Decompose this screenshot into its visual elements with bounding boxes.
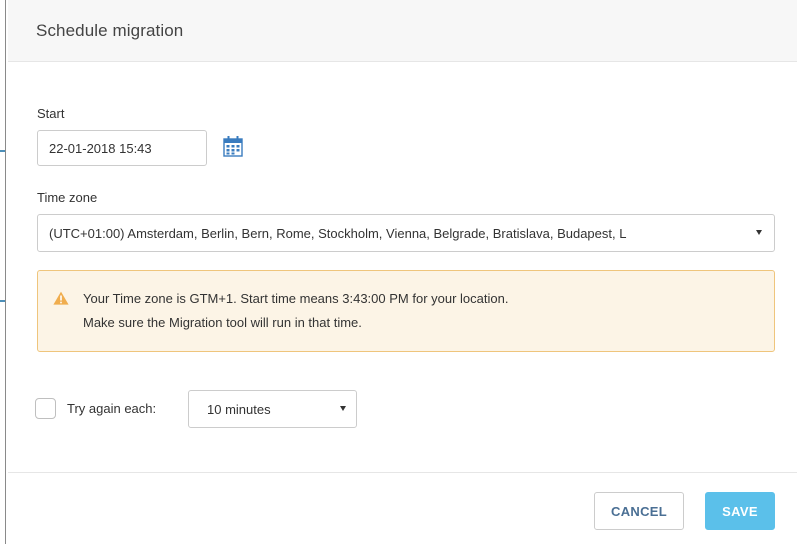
warning-icon <box>53 291 69 305</box>
retry-interval-select[interactable]: 10 minutes <box>188 390 357 428</box>
dialog-title: Schedule migration <box>36 21 184 40</box>
try-again-checkbox[interactable] <box>35 398 56 419</box>
background-window-edge <box>0 0 6 544</box>
retry-interval-selected-value: 10 minutes <box>207 402 271 417</box>
schedule-migration-dialog: Schedule migration Start 22-01-2018 15:4… <box>8 0 797 544</box>
save-button[interactable]: SAVE <box>705 492 775 530</box>
timezone-label: Time zone <box>37 190 98 205</box>
page: Schedule migration Start 22-01-2018 15:4… <box>0 0 797 544</box>
timezone-warning-alert: Your Time zone is GTM+1. Start time mean… <box>37 270 775 352</box>
background-accent <box>0 300 5 302</box>
timezone-select[interactable]: (UTC+01:00) Amsterdam, Berlin, Bern, Rom… <box>37 214 775 252</box>
alert-message-line-2: Make sure the Migration tool will run in… <box>83 315 362 330</box>
cancel-button[interactable]: CANCEL <box>594 492 684 530</box>
timezone-selected-value: (UTC+01:00) Amsterdam, Berlin, Bern, Rom… <box>49 226 627 241</box>
chevron-down-icon <box>340 406 346 411</box>
footer-divider <box>8 472 797 473</box>
background-accent <box>0 150 5 152</box>
alert-message-line-1: Your Time zone is GTM+1. Start time mean… <box>83 291 509 306</box>
start-label: Start <box>37 106 65 121</box>
try-again-label: Try again each: <box>67 401 157 416</box>
calendar-icon[interactable] <box>222 135 244 157</box>
start-datetime-input[interactable] <box>37 130 207 166</box>
chevron-down-icon <box>756 230 762 235</box>
dialog-header: Schedule migration <box>8 0 797 62</box>
